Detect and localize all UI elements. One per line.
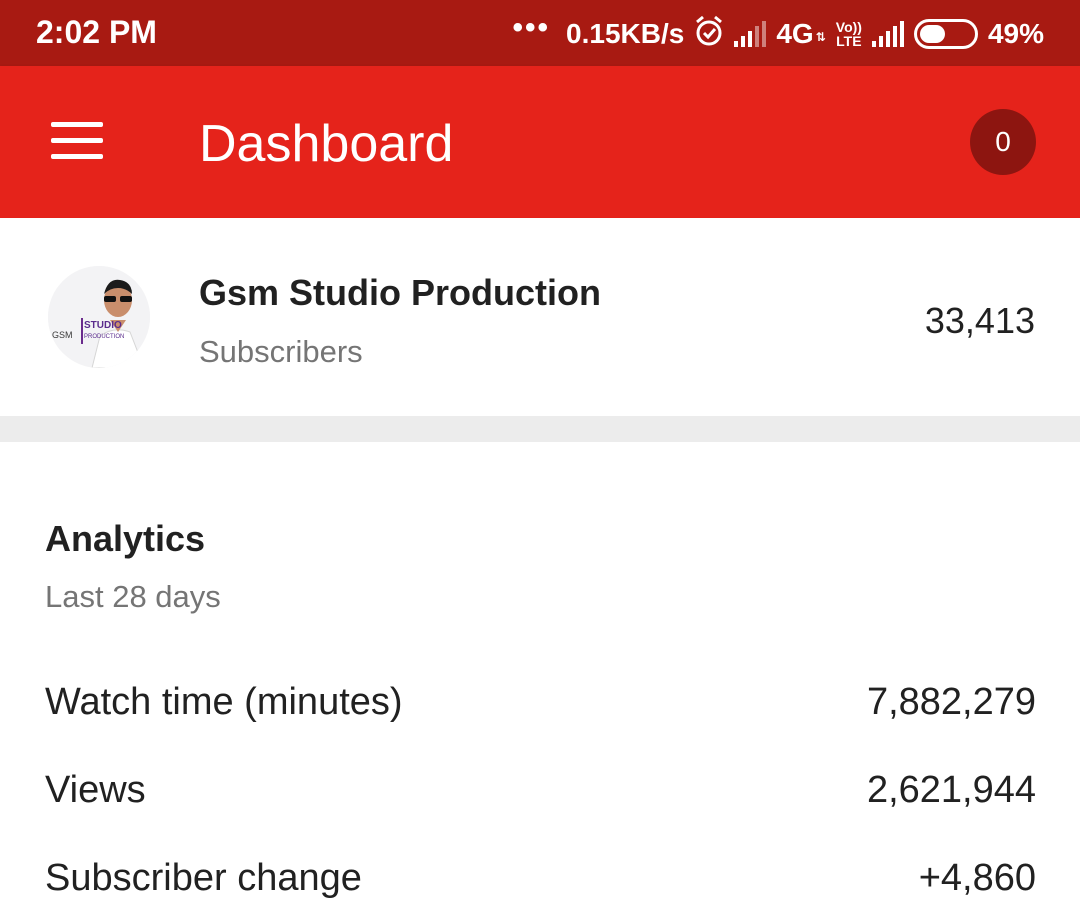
status-icons: ••• 0.15KB/s 4G ⇅ Vo)) LTE 49% [512,11,1044,54]
section-divider [0,416,1080,442]
analytics-card[interactable]: Analytics Last 28 days Watch time (minut… [0,442,1080,917]
status-bar: 2:02 PM ••• 0.15KB/s 4G ⇅ Vo)) LTE 49% [0,0,1080,66]
app-bar: Dashboard 0 [0,66,1080,218]
battery-percent: 49% [987,18,1044,49]
analytics-title: Analytics [45,518,206,559]
metric-row-views: Views 2,621,944 [45,765,1036,815]
metric-row-subscriber-change: Subscriber change +4,860 [45,853,1036,903]
metric-label: Subscriber change [45,856,362,899]
signal-icon-sim1 [734,21,767,47]
volte-icon: Vo)) LTE [835,19,862,49]
svg-text:PRODUCTION: PRODUCTION [84,334,124,340]
metric-label: Views [45,768,146,811]
metric-row-watch-time: Watch time (minutes) 7,882,279 [45,677,1036,727]
analytics-period: Last 28 days [45,579,221,614]
channel-avatar: GSM STUDIO PRODUCTION [48,266,150,368]
metric-value: 2,621,944 [866,768,1036,811]
subscribers-label: Subscribers [199,334,363,369]
metric-value: 7,882,279 [866,680,1036,723]
notification-badge[interactable]: 0 [970,109,1036,175]
subscribers-count: 33,413 [924,300,1035,341]
channel-avatar-image: GSM STUDIO PRODUCTION [48,266,150,368]
metric-label: Watch time (minutes) [45,680,403,723]
more-dots-icon: ••• [512,11,551,44]
menu-icon[interactable] [51,122,103,160]
battery-icon [913,19,978,49]
channel-card[interactable]: GSM STUDIO PRODUCTION Gsm Studio Product… [0,218,1080,416]
signal-icon-sim2 [871,21,904,47]
svg-text:GSM: GSM [52,330,73,340]
page-title: Dashboard [199,115,454,173]
alarm-icon [694,15,724,54]
metric-value: +4,860 [918,856,1036,899]
data-speed: 0.15KB/s [566,18,685,49]
status-time: 2:02 PM [36,14,157,50]
svg-text:STUDIO: STUDIO [84,320,122,331]
channel-name: Gsm Studio Production [199,272,601,313]
network-type: 4G ⇅ [776,18,826,49]
